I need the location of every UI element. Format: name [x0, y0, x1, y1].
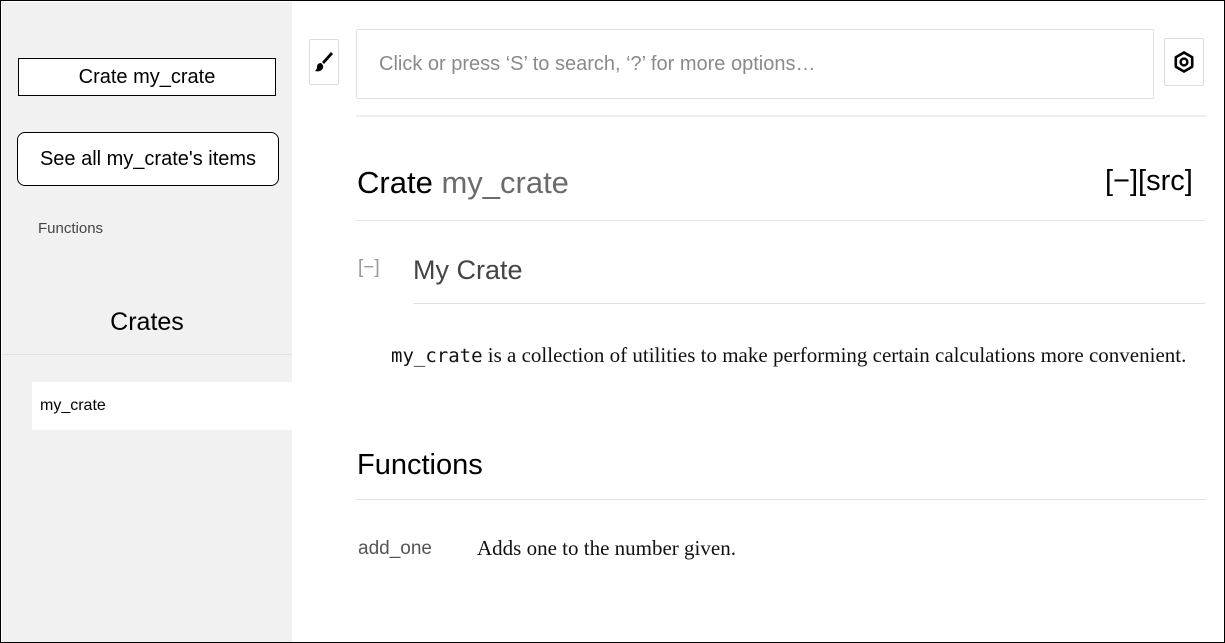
title-divider — [356, 220, 1206, 221]
doc-heading-divider — [413, 303, 1205, 304]
collapse-src-links[interactable]: [−][src] — [1105, 165, 1193, 198]
gear-icon — [1174, 51, 1194, 73]
sidebar: Crate my_crate See all my_crate's items … — [2, 2, 292, 642]
functions-heading: Functions — [357, 449, 483, 481]
see-all-items-button[interactable]: See all my_crate's items — [17, 132, 279, 186]
function-description: Adds one to the number given. — [477, 536, 736, 560]
doc-text: is a collection of utilities to make per… — [482, 343, 1187, 367]
sidebar-item-functions[interactable]: Functions — [38, 220, 103, 237]
page-frame: Crate my_crate See all my_crate's items … — [0, 0, 1225, 643]
sidebar-divider — [2, 354, 292, 355]
function-link-add-one[interactable]: add_one — [358, 538, 432, 560]
page-title-name[interactable]: my_crate — [441, 165, 568, 200]
settings-button[interactable] — [1164, 38, 1204, 86]
top-divider — [356, 115, 1206, 117]
search-input[interactable] — [356, 29, 1154, 99]
theme-picker-button[interactable] — [309, 39, 339, 85]
sidebar-item-my-crate[interactable]: my_crate — [32, 382, 292, 430]
doc-inline-code: my_crate — [391, 345, 483, 367]
sidebar-crate-title[interactable]: Crate my_crate — [18, 58, 276, 96]
collapse-toggle[interactable]: [−] — [358, 257, 380, 279]
page-title: Crate my_crate — [357, 165, 569, 201]
page-title-kind: Crate — [357, 165, 433, 200]
doc-heading: My Crate — [413, 255, 523, 285]
functions-divider — [356, 499, 1206, 500]
paintbrush-icon — [315, 52, 333, 72]
doc-paragraph: my_crate is a collection of utilities to… — [391, 339, 1191, 373]
crates-heading: Crates — [110, 308, 184, 336]
